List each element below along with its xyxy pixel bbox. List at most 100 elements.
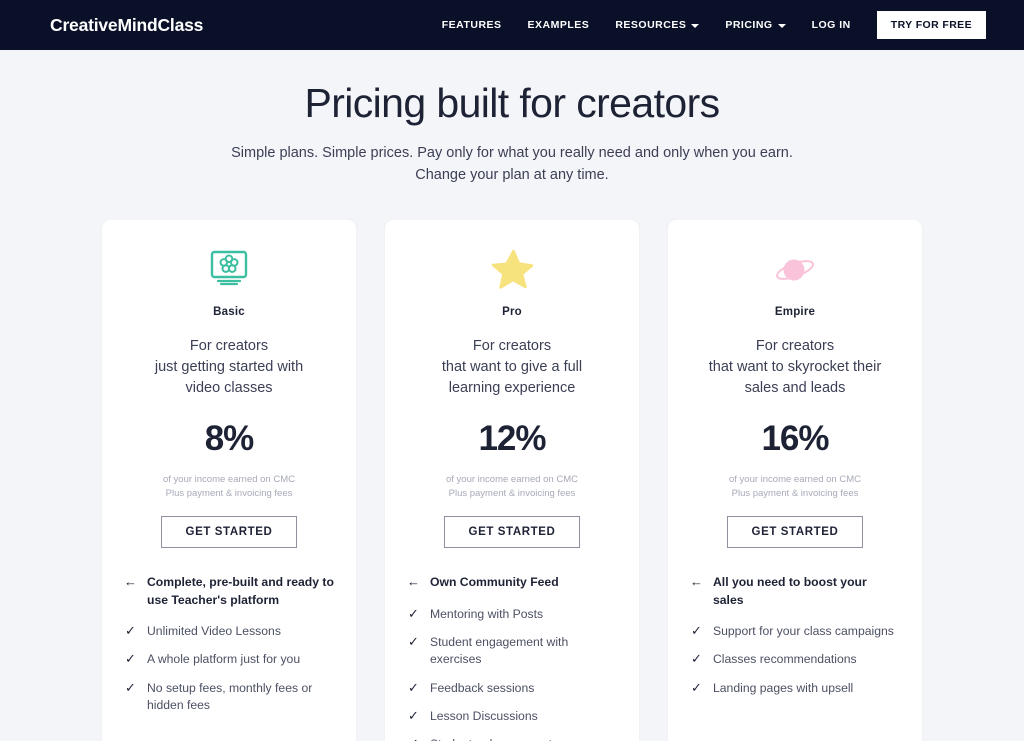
chevron-down-icon bbox=[777, 24, 786, 28]
feature-item: ✓ Classes recommendations bbox=[690, 651, 900, 668]
plan-fine-print-line: Plus payment & invoicing fees bbox=[731, 487, 859, 499]
feature-label: Lesson Discussions bbox=[430, 708, 538, 723]
feature-item: ✓ No setup fees, monthly fees or hidden f… bbox=[124, 680, 334, 715]
cta-container: GET STARTED bbox=[407, 516, 617, 549]
nav-link-label: RESOURCES bbox=[615, 19, 687, 31]
feature-label: Unlimited Video Lessons bbox=[147, 623, 281, 638]
arrow-left-icon: ← bbox=[124, 574, 137, 590]
pricing-card-list: Basic For creators just getting started wi… bbox=[0, 219, 1024, 741]
feature-item: ✓ Landing pages with upsell bbox=[690, 680, 900, 697]
pricing-card-basic: Basic For creators just getting started wi… bbox=[102, 219, 356, 741]
feature-item: ← All you need to boost your sales bbox=[690, 574, 900, 609]
get-started-button[interactable]: GET STARTED bbox=[726, 516, 864, 549]
plan-price: 16% bbox=[761, 418, 829, 458]
pricing-card-empire: Empire For creators that want to skyrocket… bbox=[668, 219, 922, 741]
nav-link-examples[interactable]: EXAMPLES bbox=[528, 19, 590, 31]
star-icon bbox=[407, 246, 617, 294]
check-icon: ✓ bbox=[691, 651, 702, 667]
nav-link-label: EXAMPLES bbox=[527, 19, 590, 31]
plan-fine-print: of your income earned on CMC Plus payment… bbox=[690, 473, 900, 501]
top-navigation-bar: CreativeMindClass FEATURES EXAMPLES RESOUR… bbox=[0, 0, 1024, 50]
feature-list: ← Own Community Feed ✓ Mentoring with Posts… bbox=[407, 574, 617, 741]
plan-fine-print-line: Plus payment & invoicing fees bbox=[448, 487, 576, 499]
nav-link-label: FEATURES bbox=[441, 19, 502, 31]
check-icon: ✓ bbox=[691, 622, 702, 638]
plan-description-line: For creators bbox=[189, 337, 269, 354]
feature-label: Feedback sessions bbox=[430, 680, 535, 695]
nav-link-resources[interactable]: RESOURCES bbox=[615, 19, 700, 31]
feature-label: No setup fees, monthly fees or hidden fe… bbox=[147, 680, 313, 712]
try-for-free-button[interactable]: TRY FOR FREE bbox=[876, 11, 986, 39]
feature-label: All you need to boost your sales bbox=[713, 575, 867, 607]
plan-fine-print: of your income earned on CMC Plus payment… bbox=[407, 473, 617, 501]
plan-name: Empire bbox=[774, 305, 816, 318]
plan-price: 8% bbox=[204, 418, 255, 458]
feature-label: Student engagement with exercises bbox=[430, 634, 569, 667]
page-subtitle: Simple plans. Simple prices. Pay only fo… bbox=[0, 143, 1024, 187]
plan-fine-print-line: of your income earned on CMC bbox=[445, 473, 578, 485]
arrow-left-icon: ← bbox=[407, 574, 420, 590]
chevron-down-icon bbox=[691, 24, 700, 28]
plan-name: Basic bbox=[213, 305, 245, 318]
plan-description-line: just getting started with bbox=[154, 358, 304, 375]
check-icon: ✓ bbox=[125, 679, 136, 695]
feature-item: ✓ Feedback sessions bbox=[407, 680, 617, 697]
pricing-card-pro: Pro For creators that want to give a full l… bbox=[385, 219, 639, 741]
plan-fine-print-line: Plus payment & invoicing fees bbox=[165, 487, 293, 499]
feature-item: ✓ Mentoring with Posts bbox=[407, 606, 617, 623]
feature-label: Landing pages with upsell bbox=[713, 680, 854, 695]
arrow-left-icon: ← bbox=[690, 574, 703, 590]
nav-link-pricing[interactable]: PRICING bbox=[725, 19, 786, 31]
hero-section: Pricing built for creators Simple plans.… bbox=[0, 50, 1024, 187]
feature-item: ✓ A whole platform just for you bbox=[124, 651, 334, 668]
feature-item: ← Own Community Feed bbox=[407, 574, 617, 591]
check-icon: ✓ bbox=[408, 679, 419, 695]
get-started-button[interactable]: GET STARTED bbox=[160, 516, 298, 549]
nav-link-label: LOG IN bbox=[811, 19, 851, 31]
subtitle-line-2: Change your plan at any time. bbox=[415, 167, 609, 183]
feature-label: Student-only comments bbox=[430, 736, 558, 741]
plan-description: For creators just getting started with vid… bbox=[124, 336, 334, 399]
cta-container: GET STARTED bbox=[124, 516, 334, 549]
plan-description-line: that want to give a full bbox=[441, 358, 583, 375]
check-icon: ✓ bbox=[407, 736, 420, 741]
nav-link-label: PRICING bbox=[725, 19, 773, 31]
monitor-flower-icon bbox=[124, 246, 334, 294]
plan-description-line: For creators bbox=[755, 337, 835, 354]
check-icon: ✓ bbox=[408, 633, 419, 649]
plan-name: Pro bbox=[502, 305, 522, 318]
plan-price: 12% bbox=[478, 418, 546, 458]
feature-label: Own Community Feed bbox=[430, 575, 559, 590]
nav-links: FEATURES EXAMPLES RESOURCES PRICING LOG IN TR… bbox=[442, 11, 986, 39]
plan-description: For creators that want to give a full lear… bbox=[407, 336, 617, 399]
site-logo[interactable]: CreativeMindClass bbox=[50, 15, 203, 36]
check-icon: ✓ bbox=[408, 605, 419, 621]
planet-icon bbox=[690, 246, 900, 294]
nav-link-log-in[interactable]: LOG IN bbox=[812, 19, 851, 31]
feature-label: Classes recommendations bbox=[713, 652, 857, 667]
feature-item: ✓ Support for your class campaigns bbox=[690, 623, 900, 640]
feature-item: ✓ Unlimited Video Lessons bbox=[124, 623, 334, 640]
check-icon: ✓ bbox=[408, 707, 419, 723]
feature-item: ✓ Student-only comments bbox=[407, 736, 617, 741]
feature-list: ← Complete, pre-built and ready to use Te… bbox=[124, 574, 334, 725]
plan-description-line: that want to skyrocket their bbox=[708, 358, 882, 375]
feature-label: Complete, pre-built and ready to use Tea… bbox=[147, 575, 334, 607]
check-icon: ✓ bbox=[125, 651, 136, 667]
check-icon: ✓ bbox=[125, 622, 136, 638]
cta-container: GET STARTED bbox=[690, 516, 900, 549]
plan-description-line: learning experience bbox=[448, 379, 576, 396]
plan-description: For creators that want to skyrocket their… bbox=[690, 336, 900, 399]
feature-item: ✓ Lesson Discussions bbox=[407, 708, 617, 725]
plan-description-line: For creators bbox=[472, 337, 552, 354]
check-icon: ✓ bbox=[691, 679, 702, 695]
feature-item: ✓ Student engagement with exercises bbox=[407, 634, 617, 669]
nav-link-features[interactable]: FEATURES bbox=[442, 19, 502, 31]
get-started-button[interactable]: GET STARTED bbox=[443, 516, 581, 549]
feature-list: ← All you need to boost your sales ✓ Suppor… bbox=[690, 574, 900, 708]
plan-fine-print-line: of your income earned on CMC bbox=[728, 473, 861, 485]
feature-label: Mentoring with Posts bbox=[430, 606, 544, 621]
plan-fine-print: of your income earned on CMC Plus payment… bbox=[124, 473, 334, 501]
plan-fine-print-line: of your income earned on CMC bbox=[162, 473, 295, 485]
page-title: Pricing built for creators bbox=[304, 80, 720, 126]
